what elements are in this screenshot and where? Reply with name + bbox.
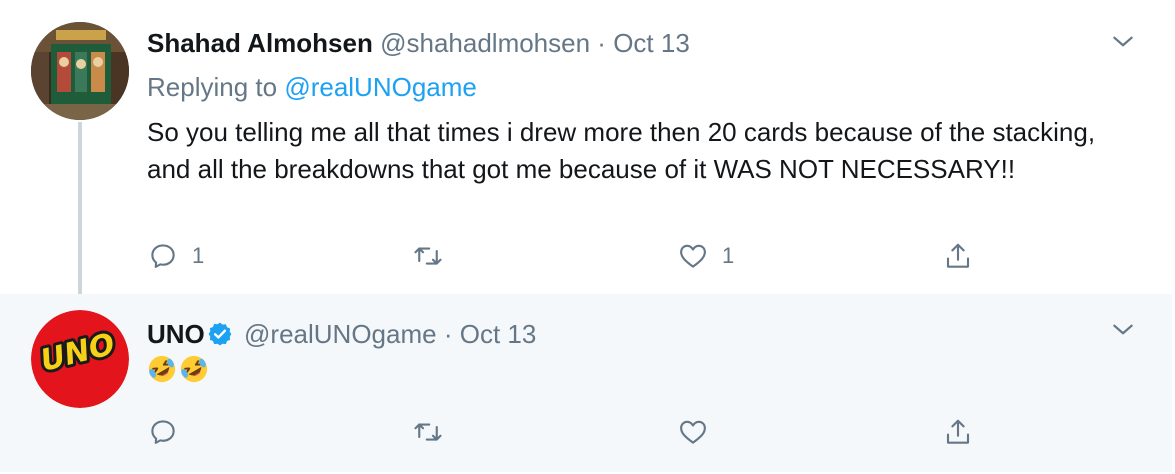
tweet-emojis — [147, 354, 209, 394]
separator: · — [597, 28, 606, 58]
tweet-actions — [148, 412, 998, 452]
user-name[interactable]: UNO — [147, 319, 205, 349]
tweet-date[interactable]: Oct 13 — [460, 319, 537, 349]
reply-button[interactable]: 1 — [148, 236, 204, 276]
tweet-original[interactable]: Shahad Almohsen @shahadlmohsen · Oct 13 … — [0, 0, 1172, 303]
replying-mention-link[interactable]: @realUNOgame — [284, 72, 477, 102]
retweet-button[interactable] — [413, 236, 457, 276]
rolling-on-floor-laughing-emoji — [180, 355, 208, 383]
heart-icon — [680, 244, 706, 268]
tweet-header: Shahad Almohsen @shahadlmohsen · Oct 13 — [147, 27, 690, 59]
avatar-photo — [31, 22, 129, 120]
replying-to: Replying to @realUNOgame — [147, 71, 477, 103]
tweet-header: UNO @realUNOgame · Oct 13 — [147, 318, 536, 350]
reply-icon — [151, 244, 175, 268]
replying-prefix: Replying to — [147, 72, 285, 102]
reply-icon — [151, 420, 175, 444]
avatar[interactable] — [31, 22, 129, 120]
user-handle[interactable]: @shahadlmohsen — [380, 28, 590, 58]
retweet-icon — [414, 247, 442, 265]
retweet-icon — [414, 423, 442, 441]
share-icon — [946, 419, 970, 444]
reply-count: 1 — [192, 243, 205, 268]
tweet-date[interactable]: Oct 13 — [613, 28, 690, 58]
tweet-reply[interactable]: UNO UNO UNO @realUNOgame · Oct 13 — [0, 294, 1172, 472]
like-count: 1 — [722, 243, 735, 268]
heart-icon — [680, 420, 706, 444]
user-handle[interactable]: @realUNOgame — [244, 319, 437, 349]
like-button[interactable]: 1 — [678, 236, 734, 276]
reply-button[interactable] — [148, 412, 192, 452]
separator: · — [443, 319, 453, 349]
share-button[interactable] — [943, 412, 973, 452]
chevron-down-icon[interactable] — [1110, 317, 1136, 343]
thread-line — [78, 122, 82, 303]
user-name[interactable]: Shahad Almohsen — [147, 28, 373, 58]
like-button[interactable] — [678, 412, 722, 452]
tweet-actions: 1 1 — [148, 236, 998, 276]
avatar[interactable]: UNO UNO — [31, 310, 129, 408]
retweet-button[interactable] — [413, 412, 457, 452]
tweet-text: So you telling me all that times i drew … — [147, 117, 1096, 184]
share-button[interactable] — [943, 236, 973, 276]
uno-logo: UNO UNO — [31, 310, 129, 408]
verified-badge-icon — [208, 322, 232, 346]
chevron-down-icon[interactable] — [1110, 29, 1136, 55]
share-icon — [946, 243, 970, 268]
rolling-on-floor-laughing-emoji — [148, 355, 176, 383]
